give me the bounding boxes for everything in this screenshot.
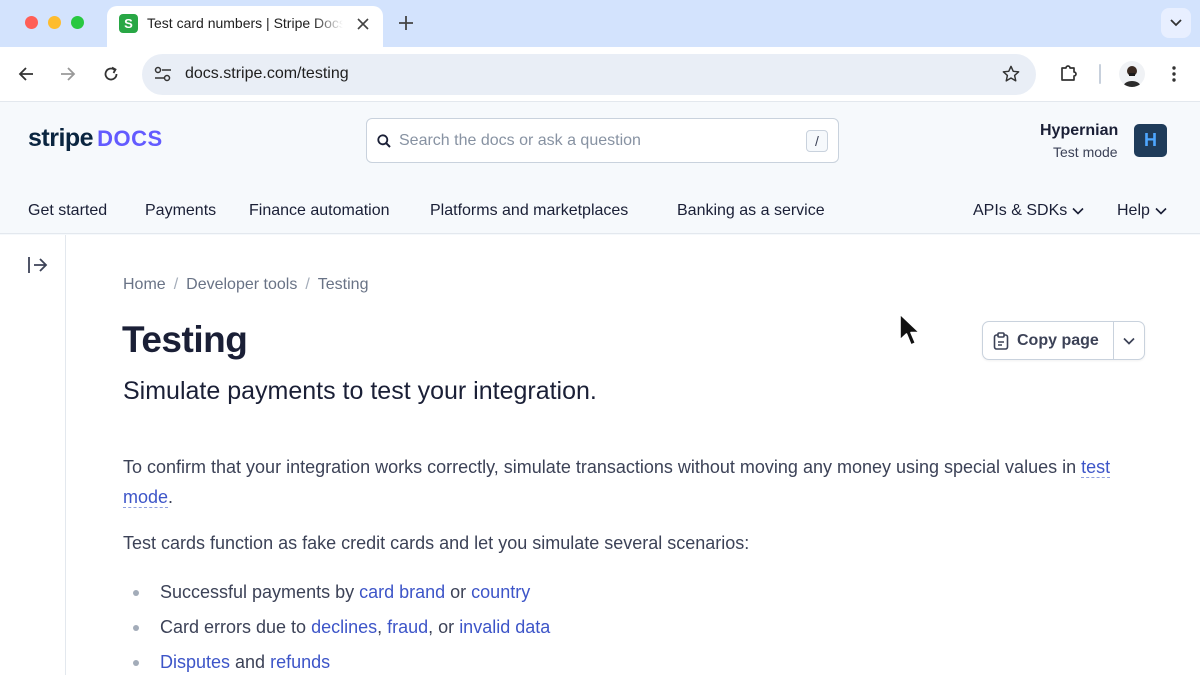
copy-page-control: Copy page — [982, 321, 1145, 360]
bullet-text-part: Card errors due to — [160, 617, 312, 637]
extensions-icon[interactable] — [1058, 62, 1080, 84]
nav-banking-as-a-service[interactable]: Banking as a service — [677, 202, 825, 220]
account-mode: Test mode — [1053, 144, 1118, 160]
account-name[interactable]: Hypernian — [1040, 122, 1118, 140]
bullet-dot — [133, 625, 139, 631]
star-icon[interactable] — [1000, 63, 1022, 85]
window-zoom-button[interactable] — [71, 16, 84, 29]
bullet-text-part: and — [230, 652, 271, 672]
forward-button[interactable] — [55, 61, 81, 87]
logo-wordmark: stripe — [28, 124, 94, 152]
intro-paragraph: To confirm that your integration works c… — [123, 452, 1163, 512]
test-cards-paragraph: Test cards function as fake credit cards… — [123, 533, 750, 553]
declines-link[interactable]: declines — [311, 617, 377, 637]
nav-help-label: Help — [1117, 202, 1150, 219]
stripe-favicon-icon: S — [119, 14, 138, 33]
docs-page: stripe DOCS Search the docs or ask a ques… — [0, 102, 1200, 675]
bullet-dot — [133, 660, 139, 666]
clipboard-icon — [993, 331, 1009, 350]
breadcrumb-separator: / — [305, 276, 310, 293]
copy-page-label: Copy page — [1017, 331, 1099, 349]
browser-tabbar: S Test card numbers | Stripe Docs — [0, 0, 1200, 47]
kebab-icon[interactable] — [1164, 62, 1184, 86]
forward-arrow-icon — [61, 67, 76, 81]
nav-finance-automation[interactable]: Finance automation — [249, 202, 390, 220]
refunds-link[interactable]: refunds — [270, 652, 330, 672]
window-minimize-button[interactable] — [48, 16, 61, 29]
browser-tab-active[interactable]: S Test card numbers | Stripe Docs — [107, 6, 383, 47]
breadcrumb: Home / Developer tools / Testing — [123, 276, 368, 294]
docs-header: stripe DOCS Search the docs or ask a ques… — [0, 102, 1200, 234]
account-avatar[interactable]: H — [1134, 124, 1167, 157]
close-icon[interactable] — [353, 14, 373, 34]
page-subtitle: Simulate payments to test your integrati… — [123, 377, 597, 405]
reload-icon — [104, 66, 118, 81]
logo-docs: DOCS — [97, 126, 163, 151]
tab-title: Test card numbers | Stripe Docs — [147, 15, 343, 31]
tab-search-button[interactable] — [1161, 8, 1191, 38]
nav-get-started[interactable]: Get started — [28, 202, 107, 220]
back-arrow-icon — [18, 67, 33, 81]
chevron-down-icon — [1155, 207, 1167, 215]
fraud-link[interactable]: fraud — [387, 617, 428, 637]
search-input[interactable]: Search the docs or ask a question / — [366, 118, 839, 163]
bullet-text-part: Successful payments by — [160, 582, 360, 602]
docs-sidebar — [0, 235, 66, 675]
toolbar-divider — [1099, 64, 1101, 84]
nav-payments[interactable]: Payments — [145, 202, 216, 220]
nav-apis-sdks-label: APIs & SDKs — [973, 202, 1068, 219]
breadcrumb-developer-tools[interactable]: Developer tools — [186, 276, 297, 293]
reload-button[interactable] — [98, 61, 124, 87]
address-bar[interactable]: docs.stripe.com/testing — [142, 54, 1036, 95]
intro-text: To confirm that your integration works c… — [123, 457, 1082, 477]
mouse-cursor-icon — [899, 313, 921, 346]
browser-toolbar: docs.stripe.com/testing — [0, 47, 1200, 102]
plus-icon — [399, 16, 413, 30]
chevron-down-icon — [1123, 337, 1135, 345]
breadcrumb-separator: / — [173, 276, 179, 293]
list-item-text: Disputes and refunds — [160, 652, 330, 673]
card-brand-link[interactable]: card brand — [359, 582, 445, 602]
list-item-text: Successful payments by card brand or cou… — [160, 582, 530, 603]
breadcrumb-testing[interactable]: Testing — [318, 276, 369, 293]
nav-help[interactable]: Help — [1117, 202, 1168, 220]
search-icon — [377, 134, 391, 148]
back-button[interactable] — [13, 61, 39, 87]
nav-apis-sdks[interactable]: APIs & SDKs — [973, 202, 1085, 220]
bullet-text-part: or — [445, 582, 472, 602]
bullet-dot — [133, 590, 139, 596]
bullet-text-part: , — [377, 617, 388, 637]
page-title: Testing — [122, 319, 248, 360]
search-shortcut-key: / — [806, 130, 828, 152]
docs-content: Home / Developer tools / Testing Testing Sim… — [66, 235, 1200, 675]
invalid-data-link[interactable]: invalid data — [459, 617, 550, 637]
search-placeholder: Search the docs or ask a question — [399, 132, 641, 149]
profile-avatar[interactable] — [1119, 61, 1145, 87]
bullet-text-part: , or — [428, 617, 460, 637]
nav-platforms-marketplaces[interactable]: Platforms and marketplaces — [430, 202, 628, 220]
expand-sidebar-icon[interactable] — [27, 255, 49, 275]
url-text: docs.stripe.com/testing — [185, 65, 349, 82]
chevron-down-icon — [1170, 19, 1182, 27]
breadcrumb-home[interactable]: Home — [123, 276, 166, 293]
intro-period: . — [168, 487, 174, 507]
copy-page-dropdown[interactable] — [1114, 322, 1144, 359]
window-close-button[interactable] — [25, 16, 38, 29]
country-link[interactable]: country — [471, 582, 530, 602]
copy-page-button[interactable]: Copy page — [983, 322, 1114, 359]
tune-icon[interactable] — [152, 63, 174, 85]
chevron-down-icon — [1072, 207, 1084, 215]
disputes-link[interactable]: Disputes — [160, 652, 230, 672]
new-tab-button[interactable] — [395, 12, 417, 34]
list-item-text: Card errors due to declines, fraud, or i… — [160, 617, 550, 638]
stripe-docs-logo[interactable]: stripe DOCS — [28, 124, 163, 153]
